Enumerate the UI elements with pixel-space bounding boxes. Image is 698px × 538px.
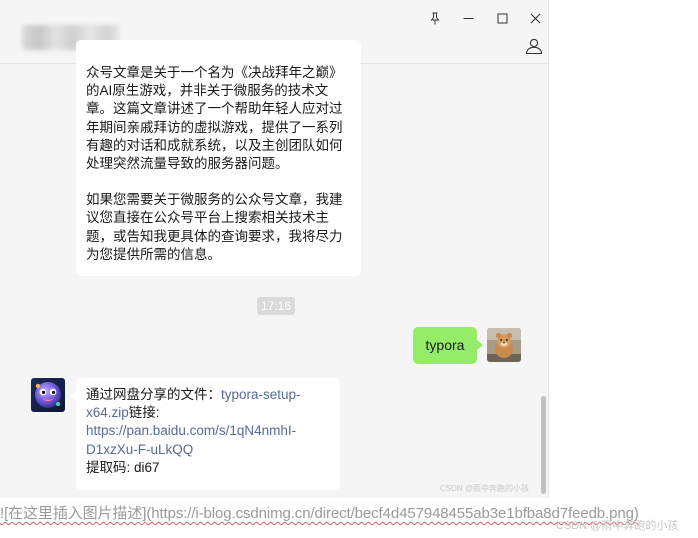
chat-window: 众号文章是关于一个名为《决战拜年之巅》的AI原生游戏，并非关于微服务的技术文章。… [0, 0, 549, 498]
chat-scrollbar-thumb[interactable] [541, 396, 546, 494]
pin-icon[interactable] [424, 8, 446, 28]
markdown-alt-text: ![在这里插入图片描述] [0, 505, 147, 522]
page-watermark: CSDN @雨中奔跑的小孩 [556, 520, 679, 532]
close-icon[interactable] [524, 8, 546, 28]
share-line-2: x64.zip链接: [86, 404, 330, 422]
file-name-link[interactable]: typora-setup- [221, 387, 301, 402]
bot-avatar[interactable] [31, 378, 65, 412]
share-line-1: 通过网盘分享的文件：typora-setup- [86, 386, 330, 404]
link-label: 链接: [128, 405, 160, 421]
bot-message-paragraph: 如果您需要关于微服务的公众号文章，我建议您直接在公众号平台上搜索相关技术主题，或… [86, 192, 343, 262]
bot-file-share-bubble: 通过网盘分享的文件：typora-setup- x64.zip链接: https… [70, 378, 340, 490]
user-message-bubble: typora [413, 327, 483, 364]
image-watermark: CSDN @雨中奔跑的小孩 [440, 484, 530, 493]
bot-message-paragraph: 众号文章是关于一个名为《决战拜年之巅》的AI原生游戏，并非关于微服务的技术文章。… [86, 65, 343, 172]
message-timestamp: 17:16 [257, 297, 295, 315]
share-prefix: 通过网盘分享的文件： [86, 387, 221, 402]
extract-code: 提取码: di67 [86, 459, 160, 475]
user-avatar[interactable] [487, 328, 521, 362]
file-name-link[interactable]: x64.zip [86, 405, 129, 420]
maximize-icon[interactable] [491, 8, 513, 28]
person-icon[interactable] [522, 35, 546, 57]
bot-message-bubble: 众号文章是关于一个名为《决战拜年之巅》的AI原生游戏，并非关于微服务的技术文章。… [76, 40, 361, 276]
share-url-link[interactable]: D1xzXu-F-uLkQQ [86, 441, 330, 459]
minimize-icon[interactable] [457, 8, 479, 28]
share-url-link[interactable]: https://pan.baidu.com/s/1qN4nmhI- [86, 422, 330, 440]
